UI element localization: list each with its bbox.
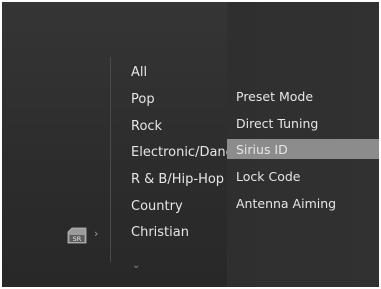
genre-item-country[interactable]: Country: [131, 199, 183, 215]
menu-item-antenna-aiming[interactable]: Antenna Aiming: [236, 196, 336, 212]
genre-item-pop[interactable]: Pop: [131, 92, 155, 108]
genre-list: All Pop Rock Electronic/Dance R & B/Hip-…: [2, 2, 227, 287]
display-screen: All Pop Rock Electronic/Dance R & B/Hip-…: [2, 2, 379, 287]
genre-item-rock[interactable]: Rock: [131, 119, 162, 135]
chevron-right-icon: ›: [94, 227, 99, 240]
menu-item-lock-code[interactable]: Lock Code: [236, 169, 300, 185]
sr-icon-label: SR: [73, 235, 82, 243]
sirius-radio-icon: SR: [67, 227, 87, 244]
menu-item-sirius-id[interactable]: Sirius ID: [236, 142, 288, 158]
menu-item-preset-mode[interactable]: Preset Mode: [236, 89, 313, 105]
scroll-down-icon[interactable]: ⌄: [132, 260, 140, 271]
genre-item-christian[interactable]: Christian: [131, 225, 189, 241]
genre-item-rnb-hiphop[interactable]: R & B/Hip-Hop: [131, 172, 224, 188]
menu-item-direct-tuning[interactable]: Direct Tuning: [236, 116, 318, 132]
genre-item-electronic-dance[interactable]: Electronic/Dance: [131, 145, 227, 161]
genre-item-all[interactable]: All: [131, 65, 147, 81]
